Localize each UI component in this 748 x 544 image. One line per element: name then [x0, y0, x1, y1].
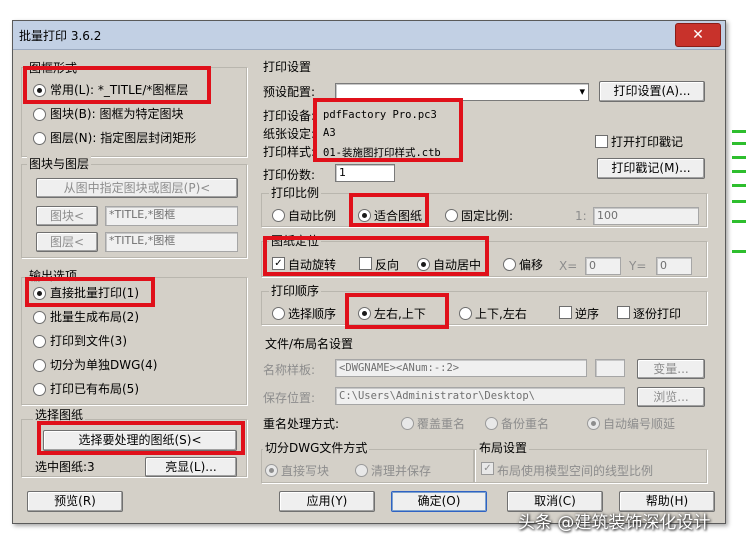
- highlight-device-info: [313, 98, 463, 162]
- overwrite-label: 覆盖重名: [417, 417, 466, 431]
- name-template-field[interactable]: <DWGNAME><ANum:-:2>: [335, 359, 587, 377]
- pick-block-layer-button[interactable]: 从图中指定图块或图层(P)<: [36, 178, 238, 198]
- radio-frame-layer[interactable]: [33, 132, 46, 145]
- block-pick-button[interactable]: 图块<: [36, 206, 98, 226]
- order-select-label: 选择顺序: [288, 307, 337, 321]
- name-extra-field[interactable]: [595, 359, 625, 377]
- frame-layer-label: 图层(N): 指定图层封闭矩形: [50, 131, 197, 145]
- output-existing-label: 打印已有布局(5): [50, 382, 139, 396]
- radio-overwrite[interactable]: [401, 417, 414, 430]
- ratio-field[interactable]: 100: [593, 207, 699, 225]
- highlight-output-direct: [25, 277, 155, 307]
- y-offset-field[interactable]: 0: [656, 257, 692, 275]
- style-label: 打印样式:: [263, 145, 316, 159]
- per-copy-checkbox[interactable]: [617, 306, 630, 319]
- output-layout-label: 批量生成布局(2): [50, 310, 139, 324]
- radio-offset[interactable]: [503, 258, 516, 271]
- copies-label: 打印份数:: [263, 168, 316, 182]
- direct-write-label: 直接写块: [281, 464, 330, 478]
- paper-label: 纸张设定:: [263, 127, 316, 141]
- radio-output-split[interactable]: [33, 359, 46, 372]
- background-drawing-strip: [726, 60, 748, 300]
- x-label: X=: [559, 259, 578, 273]
- preset-label: 预设配置:: [263, 85, 316, 99]
- scale-auto-label: 自动比例: [288, 209, 337, 223]
- backup-label: 备份重名: [501, 417, 550, 431]
- radio-auto-number[interactable]: [587, 417, 600, 430]
- device-label: 打印设备:: [263, 109, 316, 123]
- split-dwg-title: 切分DWG文件方式: [263, 439, 370, 456]
- watermark: 头条 @建筑装饰深化设计: [518, 513, 711, 533]
- per-copy-label: 逐份打印: [633, 307, 682, 321]
- name-template-label: 名称样板:: [263, 363, 316, 377]
- stamp-checkbox[interactable]: [595, 135, 608, 148]
- highlight-drawings-button[interactable]: 亮显(L)...: [145, 457, 237, 477]
- output-split-label: 切分为单独DWG(4): [50, 358, 158, 372]
- frame-block-label: 图块(B): 图框为特定图块: [50, 107, 184, 121]
- layer-name-field[interactable]: *TITLE,*图框: [105, 232, 238, 252]
- radio-order-select[interactable]: [272, 307, 285, 320]
- close-x-icon: ✕: [692, 27, 704, 43]
- print-settings-title: 打印设置: [261, 58, 314, 75]
- preview-button[interactable]: 预览(R): [27, 491, 123, 512]
- scale-title: 打印比例: [269, 184, 322, 201]
- radio-order-ud[interactable]: [459, 307, 472, 320]
- title-bar: 批量打印 3.6.2 ✕: [13, 21, 725, 50]
- radio-clean-save[interactable]: [355, 464, 368, 477]
- radio-backup[interactable]: [485, 417, 498, 430]
- reverse-order-checkbox[interactable]: [559, 306, 572, 319]
- highlight-order-lr: [345, 293, 449, 329]
- window-title: 批量打印 3.6.2: [19, 29, 102, 43]
- selected-count-label: 选中图纸:3: [35, 460, 95, 474]
- close-button[interactable]: ✕: [675, 23, 721, 47]
- radio-scale-fixed[interactable]: [445, 209, 458, 222]
- reverse-order-label: 逆序: [575, 307, 600, 321]
- highlight-frame-common: [23, 66, 211, 104]
- clean-save-label: 清理并保存: [371, 464, 432, 478]
- variable-button[interactable]: 变量...: [637, 359, 705, 379]
- batch-print-dialog: 批量打印 3.6.2 ✕ 图框形式 常用(L): *_TITLE/*图框层 图块…: [12, 20, 726, 524]
- block-name-field[interactable]: *TITLE,*图框: [105, 206, 238, 226]
- scale-fixed-label: 固定比例:: [461, 209, 514, 223]
- stamp-check-label: 打开打印戳记: [611, 135, 684, 149]
- browse-button[interactable]: 浏览...: [637, 387, 705, 407]
- layout-settings-title: 布局设置: [477, 439, 530, 456]
- dropdown-arrow-icon: ▾: [579, 85, 585, 98]
- save-location-field[interactable]: C:\Users\Administrator\Desktop\: [335, 387, 625, 405]
- offset-label: 偏移: [519, 258, 544, 272]
- save-location-label: 保存位置:: [263, 391, 316, 405]
- layer-pick-button[interactable]: 图层<: [36, 232, 98, 252]
- file-layout-title: 文件/布局名设置: [263, 335, 356, 352]
- radio-frame-block[interactable]: [33, 108, 46, 121]
- highlight-position: [263, 236, 489, 276]
- y-label: Y=: [629, 259, 647, 273]
- stamp-button[interactable]: 打印戳记(M)...: [597, 158, 705, 179]
- rename-label: 重名处理方式:: [263, 417, 340, 431]
- layout-ltscale-label: 布局使用模型空间的线型比例: [497, 464, 654, 478]
- layout-ltscale-checkbox[interactable]: ✓: [481, 462, 494, 475]
- radio-direct-write[interactable]: [265, 464, 278, 477]
- order-title: 打印顺序: [269, 282, 322, 299]
- radio-output-existing[interactable]: [33, 383, 46, 396]
- highlight-scale-fit: [349, 193, 429, 227]
- x-offset-field[interactable]: 0: [585, 257, 621, 275]
- radio-output-file[interactable]: [33, 335, 46, 348]
- copies-field[interactable]: 1: [335, 164, 395, 182]
- print-setup-button[interactable]: 打印设置(A)...: [599, 81, 705, 102]
- apply-button[interactable]: 应用(Y): [279, 491, 375, 512]
- ok-button[interactable]: 确定(O): [391, 491, 487, 512]
- order-ud-label: 上下,左右: [475, 307, 527, 321]
- auto-number-label: 自动编号顺延: [603, 417, 676, 431]
- screen: { "window": {"title": "批量打印 3.6.2", "clo…: [0, 0, 748, 544]
- radio-scale-auto[interactable]: [272, 209, 285, 222]
- ratio-prefix: 1:: [575, 209, 587, 223]
- highlight-select-drawings: [37, 421, 245, 455]
- output-file-label: 打印到文件(3): [50, 334, 127, 348]
- checkmark-icon: ✓: [483, 463, 492, 474]
- block-layer-title: 图块与图层: [27, 155, 92, 172]
- radio-output-layout[interactable]: [33, 311, 46, 324]
